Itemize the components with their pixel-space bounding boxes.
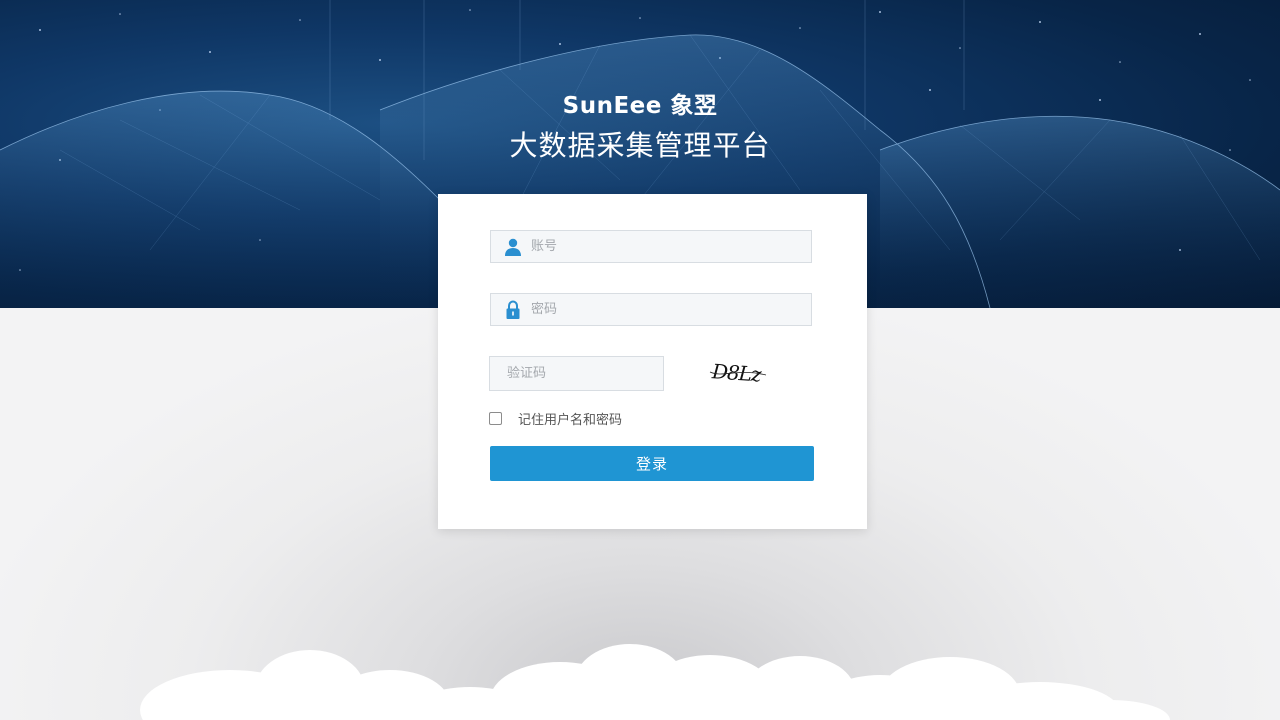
remember-checkbox[interactable] xyxy=(489,412,502,425)
account-field xyxy=(490,230,812,263)
captcha-input[interactable] xyxy=(507,357,657,390)
login-card: D8Lz 记住用户名和密码 登录 xyxy=(438,194,867,529)
clouds-decoration xyxy=(140,644,1170,720)
login-page: SunEee 象翌 大数据采集管理平台 账号 验证码 D8Lz 记住用户名和密码… xyxy=(0,0,1280,720)
lock-icon xyxy=(506,300,520,319)
page-title: 大数据采集管理平台 xyxy=(509,129,771,162)
brand-logo: SunEee 象翌 xyxy=(562,93,718,119)
remember-label[interactable]: 记住用户名和密码 xyxy=(518,409,622,428)
account-input[interactable] xyxy=(531,231,801,262)
captcha-image[interactable]: D8Lz xyxy=(708,358,768,388)
user-icon xyxy=(505,238,521,256)
password-input[interactable] xyxy=(531,294,801,325)
login-button[interactable]: 登录 xyxy=(490,446,814,481)
remember-row: 记住用户名和密码 xyxy=(489,409,622,428)
password-field xyxy=(490,293,812,326)
captcha-field xyxy=(489,356,664,391)
